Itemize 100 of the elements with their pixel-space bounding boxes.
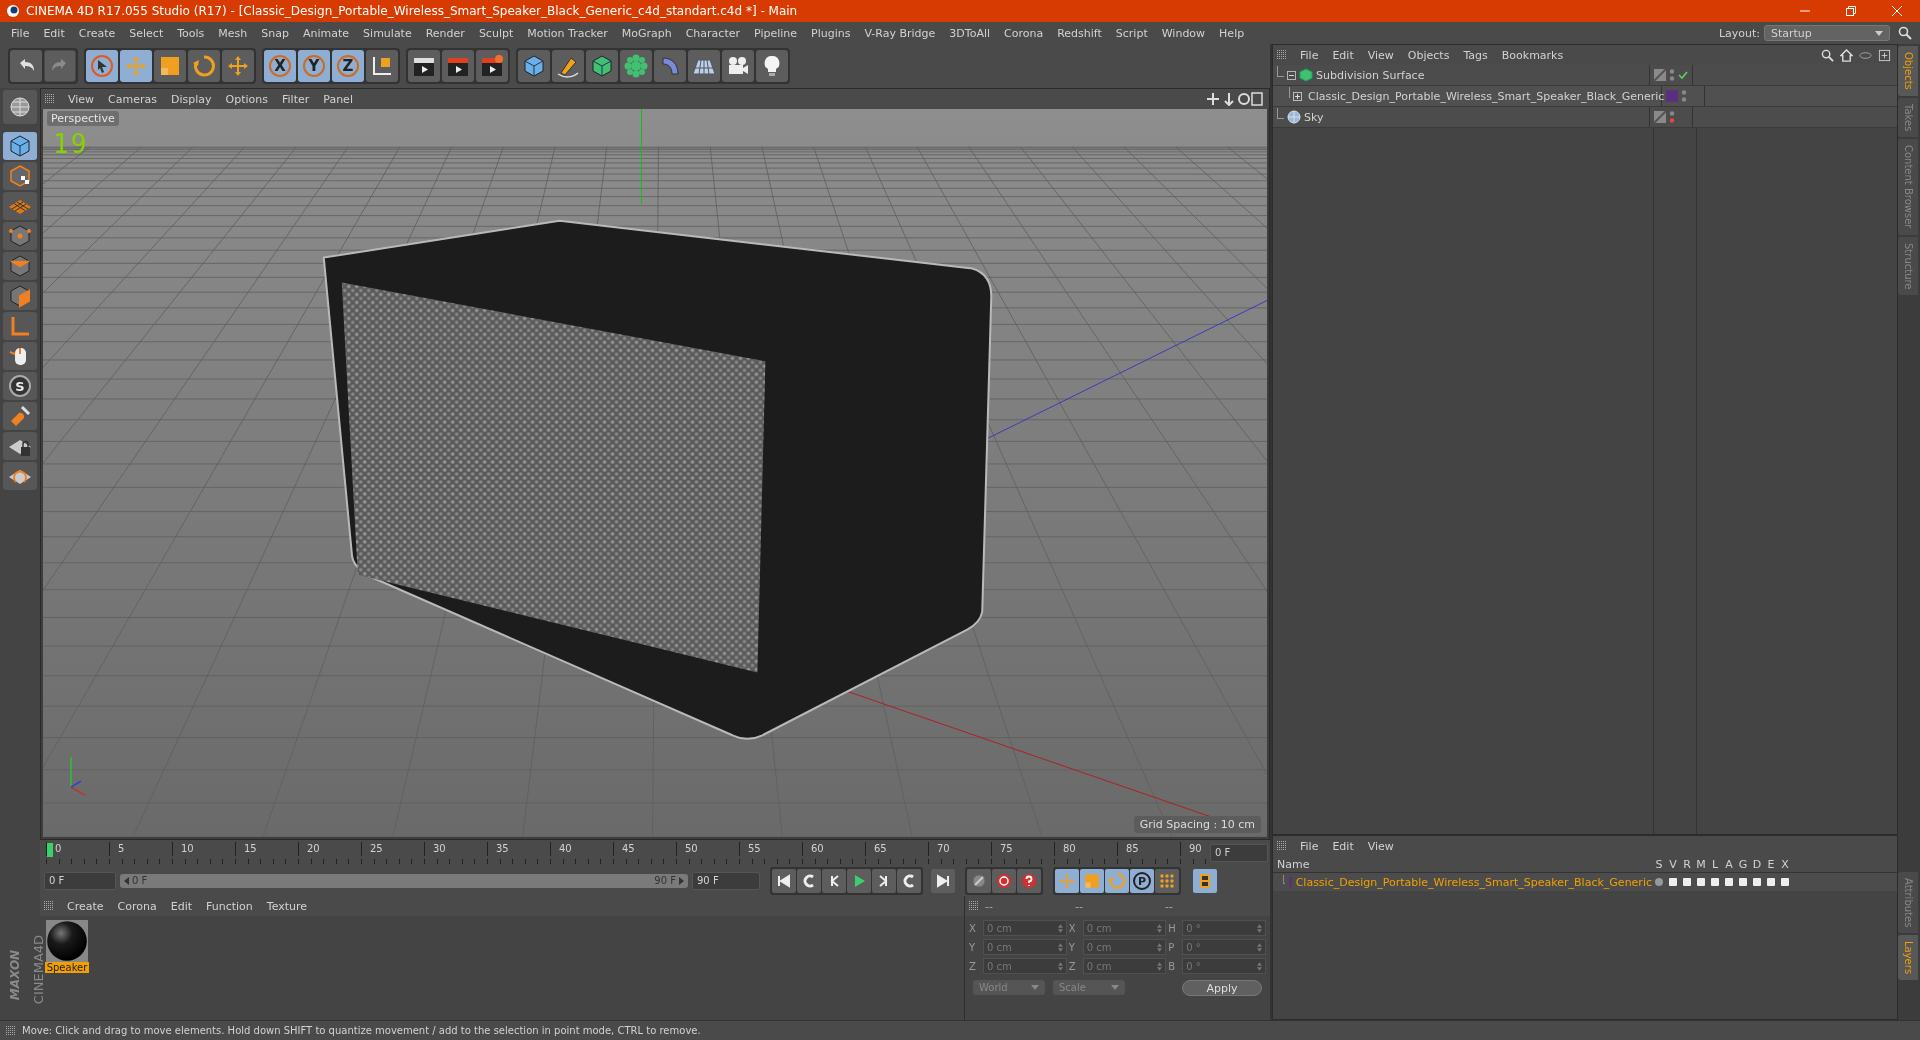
menu-item[interactable]: Edit bbox=[163, 899, 199, 913]
layer-toggle-icon[interactable] bbox=[1654, 111, 1666, 123]
visibility-dots-icon[interactable] bbox=[1681, 89, 1687, 103]
home-icon[interactable] bbox=[1840, 48, 1853, 62]
layout-dropdown[interactable]: Startup bbox=[1764, 25, 1890, 41]
toolbar-button[interactable] bbox=[10, 50, 42, 82]
view-navigation-icon[interactable] bbox=[1207, 92, 1263, 106]
playback-button[interactable] bbox=[847, 869, 871, 893]
menu-item[interactable]: Corona bbox=[110, 899, 164, 913]
menu-item[interactable]: Texture bbox=[259, 899, 315, 913]
toolbar-button[interactable] bbox=[442, 50, 474, 82]
menu-item[interactable]: File bbox=[4, 26, 37, 40]
tool-button[interactable] bbox=[3, 132, 37, 160]
toolbar-button[interactable] bbox=[408, 50, 440, 82]
expand-toggle[interactable] bbox=[1293, 91, 1302, 101]
menu-item[interactable]: Display bbox=[164, 92, 219, 106]
menu-item[interactable]: Panel bbox=[316, 92, 360, 106]
axis-lock-button[interactable]: Y bbox=[298, 50, 330, 82]
menu-item[interactable]: Animate bbox=[296, 26, 357, 40]
help-button[interactable] bbox=[1017, 869, 1041, 893]
check-icon[interactable] bbox=[1678, 70, 1688, 80]
menu-item[interactable]: View bbox=[1360, 839, 1401, 853]
menu-item[interactable]: Plugins bbox=[804, 26, 858, 40]
axis-lock-button[interactable]: X bbox=[264, 50, 296, 82]
menu-item[interactable]: Bookmarks bbox=[1494, 48, 1571, 62]
menu-item[interactable]: Corona bbox=[997, 26, 1051, 40]
menu-item[interactable]: Help bbox=[1212, 26, 1252, 40]
axis-lock-button[interactable]: Z bbox=[332, 50, 364, 82]
tool-button[interactable] bbox=[3, 222, 37, 250]
menu-item[interactable]: Edit bbox=[1325, 839, 1361, 853]
menu-item[interactable]: Filter bbox=[275, 92, 317, 106]
collapse-toggle[interactable] bbox=[1287, 70, 1296, 80]
menu-item[interactable]: Edit bbox=[1325, 48, 1361, 62]
material-ball-icon[interactable] bbox=[46, 920, 88, 962]
menu-item[interactable]: View bbox=[61, 92, 102, 106]
side-tab[interactable]: Layers bbox=[1898, 934, 1918, 980]
menu-item[interactable]: Pipeline bbox=[747, 26, 805, 40]
layer-toggle-icon[interactable] bbox=[1654, 69, 1666, 81]
menu-item[interactable]: Simulate bbox=[356, 26, 419, 40]
panel-grip-icon[interactable] bbox=[1277, 50, 1287, 60]
panel-grip-icon[interactable] bbox=[969, 901, 979, 911]
menu-item[interactable]: MoGraph bbox=[614, 26, 679, 40]
playback-button[interactable] bbox=[897, 869, 921, 893]
toolbar-button[interactable] bbox=[722, 50, 754, 82]
menu-item[interactable]: Create bbox=[60, 899, 111, 913]
side-tab[interactable]: Objects bbox=[1898, 46, 1918, 96]
menu-item[interactable]: Redshift bbox=[1050, 26, 1109, 40]
end-frame-field[interactable]: 90 F bbox=[692, 872, 760, 890]
playback-button[interactable] bbox=[822, 869, 846, 893]
panel-grip-icon[interactable] bbox=[1277, 841, 1287, 851]
snap-button[interactable]: S bbox=[3, 372, 37, 400]
tool-button[interactable] bbox=[3, 282, 37, 310]
object-name[interactable]: Subdivision Surface bbox=[1316, 68, 1425, 82]
menu-item[interactable]: Window bbox=[1154, 26, 1213, 40]
toolbar-button[interactable] bbox=[86, 50, 118, 82]
menu-item[interactable]: 3DToAll bbox=[942, 26, 997, 40]
playback-button[interactable] bbox=[872, 869, 896, 893]
toolbar-button[interactable] bbox=[552, 50, 584, 82]
menu-item[interactable]: Options bbox=[218, 92, 275, 106]
tool-button[interactable] bbox=[3, 162, 37, 190]
menu-item[interactable]: Edit bbox=[36, 26, 72, 40]
start-frame-field[interactable]: 0 F bbox=[44, 872, 116, 890]
timeline-ruler[interactable]: 0 5 10 15 20 25 30 35 40 45 50 55 60 65 70 75 80 85 90 bbox=[46, 842, 1206, 864]
menu-item[interactable]: Character bbox=[678, 26, 747, 40]
panel-grip-icon[interactable] bbox=[44, 901, 54, 911]
menu-item[interactable]: Motion Tracker bbox=[520, 26, 615, 40]
menu-item[interactable]: File bbox=[1293, 48, 1326, 62]
tool-button[interactable] bbox=[3, 90, 37, 124]
record-button[interactable] bbox=[992, 869, 1016, 893]
toolbar-button[interactable] bbox=[586, 50, 618, 82]
search-icon[interactable] bbox=[1898, 26, 1912, 40]
playback-button[interactable] bbox=[772, 869, 796, 893]
menu-item[interactable]: View bbox=[1360, 48, 1401, 62]
search-icon[interactable] bbox=[1821, 48, 1834, 62]
go-to-end-button[interactable] bbox=[931, 869, 955, 893]
menu-item[interactable]: Render bbox=[418, 26, 472, 40]
current-frame-field[interactable]: 0 F bbox=[1210, 844, 1268, 862]
menu-item[interactable]: Tags bbox=[1456, 48, 1495, 62]
tool-button[interactable] bbox=[3, 432, 37, 460]
menu-item[interactable]: Snap bbox=[254, 26, 296, 40]
layer-color-swatch[interactable] bbox=[1289, 877, 1292, 887]
menu-item[interactable]: Tools bbox=[170, 26, 212, 40]
toolbar-button[interactable] bbox=[476, 50, 508, 82]
tool-button[interactable] bbox=[3, 462, 37, 490]
new-panel-icon[interactable] bbox=[1878, 48, 1891, 62]
menu-item[interactable]: Cameras bbox=[101, 92, 164, 106]
visibility-dots-icon[interactable] bbox=[1669, 68, 1675, 82]
parameter-key-button[interactable]: P bbox=[1130, 869, 1154, 893]
material-name[interactable]: Speaker bbox=[44, 962, 90, 973]
object-name[interactable]: Sky bbox=[1304, 110, 1324, 124]
keyframe-button[interactable] bbox=[967, 869, 991, 893]
panel-grip-icon[interactable] bbox=[45, 94, 55, 104]
menu-item[interactable]: Sculpt bbox=[471, 26, 521, 40]
tool-button[interactable] bbox=[3, 252, 37, 280]
toolbar-button[interactable] bbox=[756, 50, 788, 82]
menu-item[interactable]: Select bbox=[122, 26, 171, 40]
menu-item[interactable]: Objects bbox=[1400, 48, 1457, 62]
menu-item[interactable]: Create bbox=[71, 26, 123, 40]
toolbar-button[interactable] bbox=[518, 50, 550, 82]
left-arrow-icon[interactable] bbox=[124, 877, 129, 885]
